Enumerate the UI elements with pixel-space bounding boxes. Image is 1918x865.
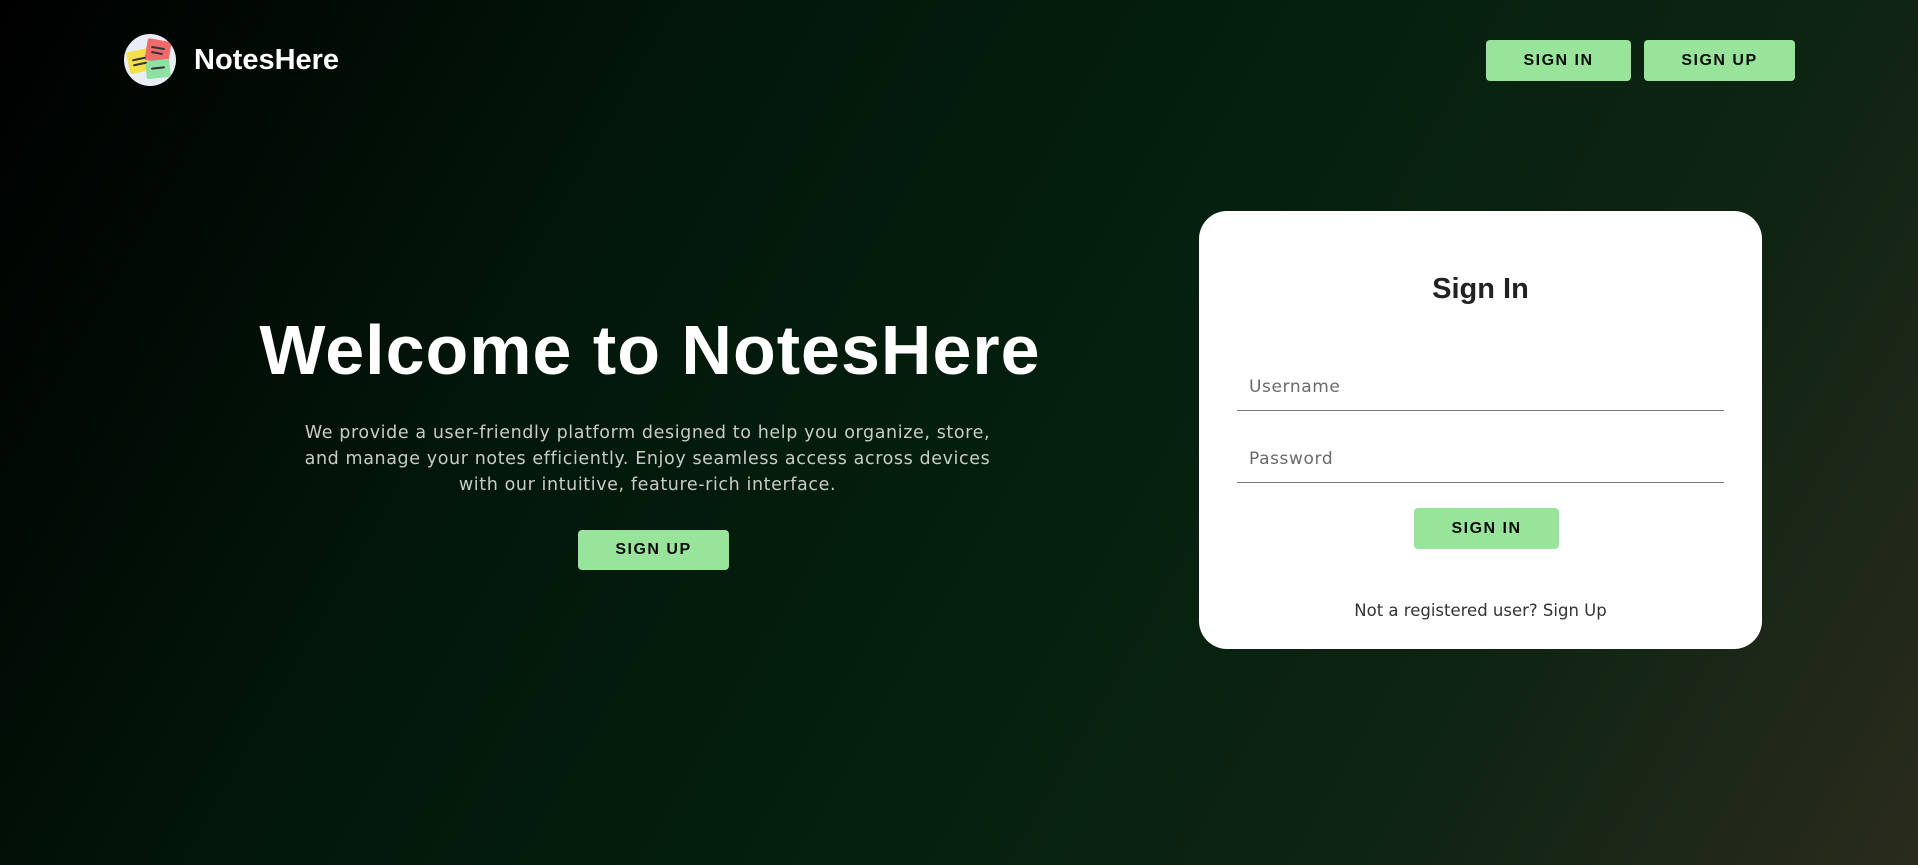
sign-up-link[interactable]: Sign Up <box>1543 601 1607 620</box>
header-sign-up-button[interactable]: SIGN UP <box>1644 40 1795 81</box>
sign-in-submit-button[interactable]: SIGN IN <box>1414 508 1559 549</box>
sign-in-card: Sign In SIGN IN Not a registered user? S… <box>1199 211 1762 649</box>
sticky-notes-icon <box>124 34 176 86</box>
hero-sign-up-button[interactable]: SIGN UP <box>578 530 729 570</box>
password-input[interactable] <box>1237 435 1724 483</box>
username-input[interactable] <box>1237 363 1724 411</box>
hero-title: Welcome to NotesHere <box>259 311 1041 389</box>
sign-up-prompt-text: Not a registered user? <box>1354 601 1538 620</box>
header: NotesHere SIGN IN SIGN UP <box>0 0 1918 120</box>
sign-up-prompt: Not a registered user? Sign Up <box>1199 601 1762 620</box>
hero-description: We provide a user-friendly platform desi… <box>304 423 991 495</box>
header-sign-in-button[interactable]: SIGN IN <box>1486 40 1631 81</box>
brand-name: NotesHere <box>194 43 340 76</box>
brand[interactable]: NotesHere <box>124 34 339 86</box>
sign-in-card-title: Sign In <box>1432 273 1529 305</box>
